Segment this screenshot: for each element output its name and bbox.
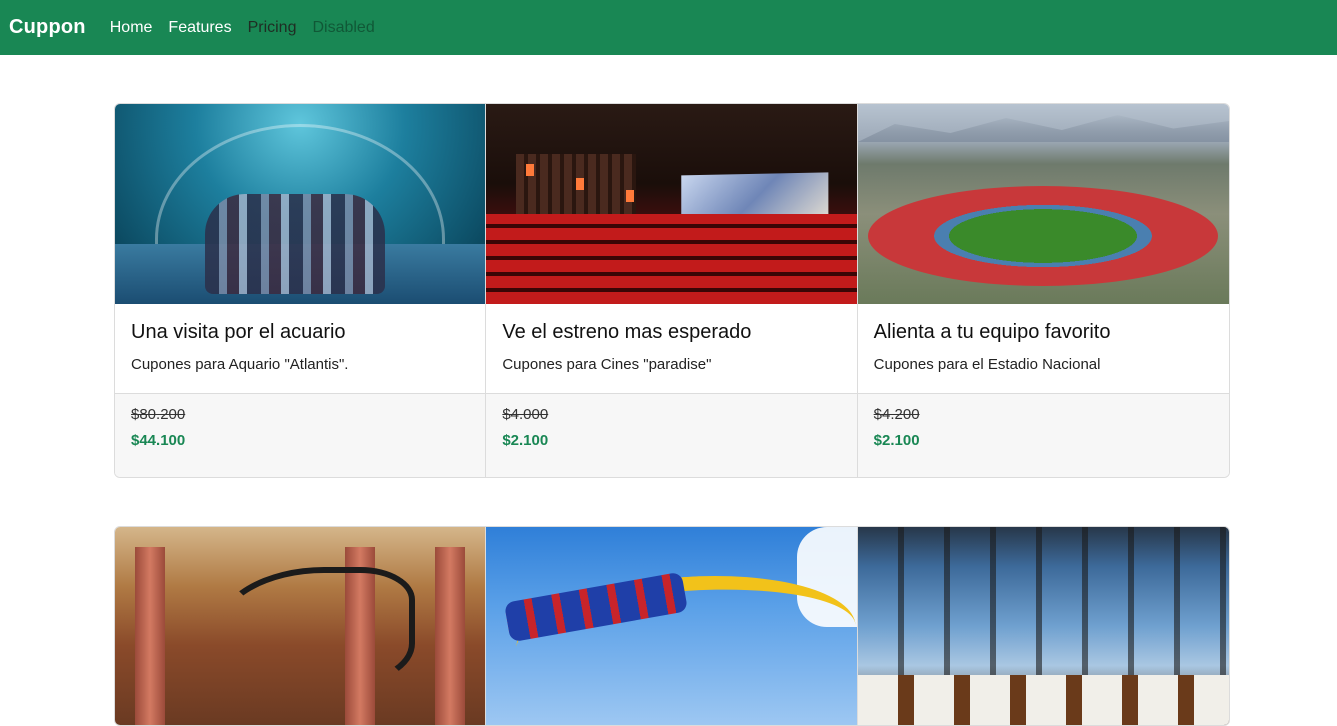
nav-link-disabled: Disabled <box>312 18 375 36</box>
museum-dinosaur-photo <box>115 527 486 725</box>
nav-link-home[interactable]: Home <box>110 19 153 37</box>
stadium-aerial-photo <box>857 104 1229 304</box>
card-title: Ve el estreno mas esperado <box>502 321 752 343</box>
card-text: Cupones para el Estadio Nacional <box>873 356 1101 373</box>
coupon-card-cinema[interactable]: Ve el estreno mas esperado Cupones para … <box>486 104 858 477</box>
card-footer: $4.000 $2.100 <box>486 393 857 477</box>
card-footer: $80.200 $44.100 <box>115 393 486 477</box>
coupon-card-stadium[interactable]: Alienta a tu equipo favorito Cupones par… <box>857 104 1229 477</box>
restaurant-view-photo <box>857 527 1229 725</box>
old-price: $80.200 <box>131 406 186 423</box>
top-navbar: Cuppon Home Features Pricing Disabled <box>0 0 1337 55</box>
card-title: Una visita por el acuario <box>131 321 346 343</box>
coupon-card-museum[interactable] <box>115 527 487 725</box>
card-group-row-1: Una visita por el acuario Cupones para A… <box>114 103 1230 478</box>
card-text: Cupones para Cines "paradise" <box>502 356 712 373</box>
new-price: $2.100 <box>502 432 549 449</box>
brand-logo[interactable]: Cuppon <box>9 16 86 39</box>
new-price: $2.100 <box>873 432 920 449</box>
cinema-theater-photo <box>486 104 857 304</box>
nav-link-features[interactable]: Features <box>168 19 231 37</box>
card-group-row-2 <box>114 526 1230 726</box>
old-price: $4.200 <box>873 406 920 423</box>
card-body: Una visita por el acuario Cupones para A… <box>115 304 485 393</box>
aquarium-tunnel-photo <box>115 104 486 304</box>
new-price: $44.100 <box>131 432 186 449</box>
coupon-card-aquarium[interactable]: Una visita por el acuario Cupones para A… <box>115 104 487 477</box>
roller-coaster-photo <box>486 527 857 725</box>
nav-link-pricing[interactable]: Pricing <box>248 19 297 37</box>
card-footer: $4.200 $2.100 <box>857 393 1229 477</box>
card-title: Alienta a tu equipo favorito <box>873 321 1111 343</box>
coupon-card-coaster[interactable] <box>486 527 858 725</box>
card-body: Ve el estreno mas esperado Cupones para … <box>486 304 856 393</box>
card-body: Alienta a tu equipo favorito Cupones par… <box>858 304 1229 393</box>
coupon-card-restaurant[interactable] <box>857 527 1229 725</box>
old-price: $4.000 <box>502 406 549 423</box>
card-text: Cupones para Aquario "Atlantis". <box>131 356 349 373</box>
